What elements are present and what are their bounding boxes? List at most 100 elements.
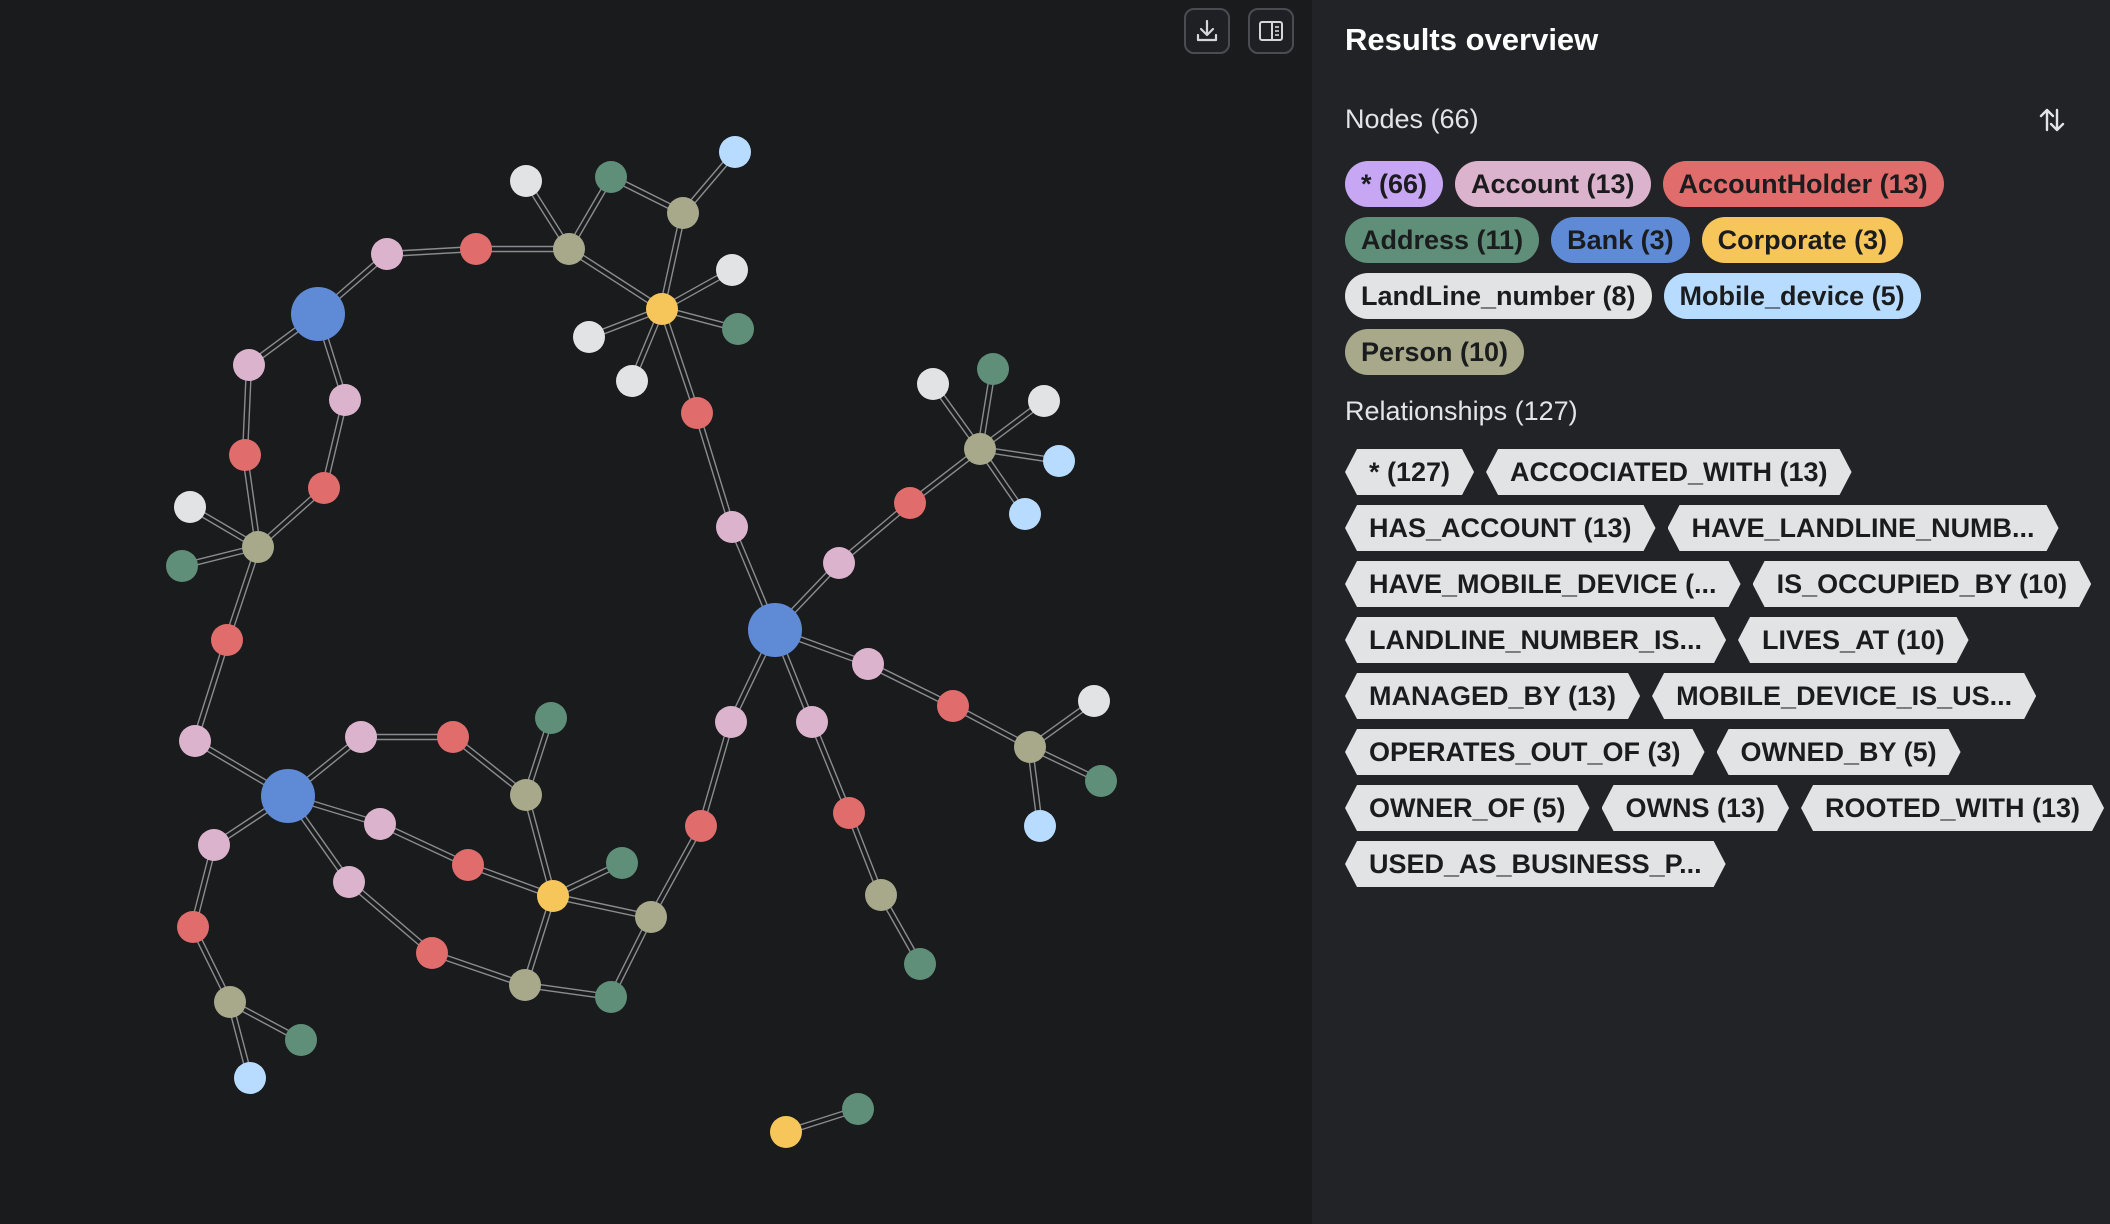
graph-node-account[interactable] xyxy=(823,547,855,579)
node-label-chip[interactable]: Mobile_device (5) xyxy=(1663,273,1921,319)
graph-relationship-edge[interactable] xyxy=(658,309,696,415)
node-label-chip[interactable]: LandLine_number (8) xyxy=(1345,273,1652,319)
relationship-type-chip[interactable]: * (127) xyxy=(1345,449,1474,495)
graph-node-account-holder[interactable] xyxy=(229,439,261,471)
graph-node-account-holder[interactable] xyxy=(681,397,713,429)
relationship-type-chip[interactable]: LIVES_AT (10) xyxy=(1738,617,1969,663)
graph-node-person[interactable] xyxy=(865,879,897,911)
graph-node-mobile[interactable] xyxy=(1009,498,1041,530)
node-label-chip[interactable]: Person (10) xyxy=(1345,329,1525,375)
graph-node-account[interactable] xyxy=(198,829,230,861)
graph-relationship-edge[interactable] xyxy=(569,246,664,308)
graph-node-mobile[interactable] xyxy=(1024,810,1056,842)
graph-relationship-edge[interactable] xyxy=(698,412,736,527)
relationship-type-chip[interactable]: IS_OCCUPIED_BY (10) xyxy=(1753,561,2092,607)
sort-button[interactable] xyxy=(2032,100,2072,140)
graph-relationship-edge[interactable] xyxy=(191,639,226,741)
graph-node-account-holder[interactable] xyxy=(833,797,865,829)
graph-node-person[interactable] xyxy=(509,969,541,1001)
relationship-type-chip[interactable]: OPERATES_OUT_OF (3) xyxy=(1345,729,1705,775)
graph-node-landline[interactable] xyxy=(1028,385,1060,417)
graph-node-person[interactable] xyxy=(635,901,667,933)
graph-node-account[interactable] xyxy=(796,706,828,738)
graph-node-account[interactable] xyxy=(716,511,748,543)
graph-node-person[interactable] xyxy=(553,233,585,265)
graph-node-account-holder[interactable] xyxy=(685,810,717,842)
graph-node-person[interactable] xyxy=(510,779,542,811)
relationship-type-chip[interactable]: OWNS (13) xyxy=(1602,785,1790,831)
graph-node-landline[interactable] xyxy=(616,365,648,397)
graph-node-landline[interactable] xyxy=(1078,685,1110,717)
graph-relationship-edge[interactable] xyxy=(346,883,431,956)
graph-node-account-holder[interactable] xyxy=(452,849,484,881)
node-label-chip[interactable]: Account (13) xyxy=(1455,161,1651,207)
graph-node-landline[interactable] xyxy=(917,368,949,400)
graph-node-bank[interactable] xyxy=(261,769,315,823)
graph-node-account[interactable] xyxy=(364,808,396,840)
graph-node-address[interactable] xyxy=(842,1093,874,1125)
relationship-type-chip[interactable]: HAVE_LANDLINE_NUMB... xyxy=(1668,505,2059,551)
graph-node-account-holder[interactable] xyxy=(460,233,492,265)
graph-canvas[interactable] xyxy=(0,0,1312,1224)
relationship-type-chip[interactable]: HAS_ACCOUNT (13) xyxy=(1345,505,1656,551)
relationship-type-chip[interactable]: HAVE_MOBILE_DEVICE (... xyxy=(1345,561,1741,607)
graph-node-person[interactable] xyxy=(964,433,996,465)
graph-node-account[interactable] xyxy=(345,721,377,753)
node-label-chip[interactable]: Address (11) xyxy=(1345,217,1540,263)
node-label-chip[interactable]: Bank (3) xyxy=(1551,217,1690,263)
graph-node-mobile[interactable] xyxy=(234,1062,266,1094)
graph-node-address[interactable] xyxy=(1085,765,1117,797)
graph-node-landline[interactable] xyxy=(573,321,605,353)
relationship-type-chip[interactable]: USED_AS_BUSINESS_P... xyxy=(1345,841,1726,887)
graph-relationship-edge[interactable] xyxy=(702,722,735,827)
graph-relationship-edge[interactable] xyxy=(350,879,435,952)
graph-node-person[interactable] xyxy=(1014,731,1046,763)
graph-node-address[interactable] xyxy=(904,948,936,980)
graph-node-corporate[interactable] xyxy=(537,880,569,912)
relationship-type-chip[interactable]: LANDLINE_NUMBER_IS... xyxy=(1345,617,1726,663)
toggle-panel-button[interactable] xyxy=(1248,8,1294,54)
graph-node-person[interactable] xyxy=(667,197,699,229)
graph-node-address[interactable] xyxy=(166,550,198,582)
graph-node-address[interactable] xyxy=(535,702,567,734)
graph-node-person[interactable] xyxy=(214,986,246,1018)
graph-node-bank[interactable] xyxy=(291,287,345,341)
graph-relationship-edge[interactable] xyxy=(697,721,730,826)
graph-node-mobile[interactable] xyxy=(719,136,751,168)
relationship-type-chip[interactable]: MOBILE_DEVICE_IS_US... xyxy=(1652,673,2036,719)
graph-node-account-holder[interactable] xyxy=(177,911,209,943)
graph-node-corporate[interactable] xyxy=(770,1116,802,1148)
graph-node-account[interactable] xyxy=(233,349,265,381)
graph-node-address[interactable] xyxy=(595,161,627,193)
relationship-type-chip[interactable]: ROOTED_WITH (13) xyxy=(1801,785,2104,831)
graph-node-account-holder[interactable] xyxy=(437,721,469,753)
graph-visualization[interactable] xyxy=(0,0,1312,1224)
relationship-type-chip[interactable]: ACCOCIATED_WITH (13) xyxy=(1486,449,1852,495)
node-label-chip[interactable]: AccountHolder (13) xyxy=(1662,161,1944,207)
graph-node-corporate[interactable] xyxy=(646,293,678,325)
graph-node-account-holder[interactable] xyxy=(211,624,243,656)
graph-node-account[interactable] xyxy=(329,384,361,416)
graph-node-person[interactable] xyxy=(242,531,274,563)
relationship-type-chip[interactable]: OWNED_BY (5) xyxy=(1717,729,1961,775)
graph-relationship-edge[interactable] xyxy=(693,413,731,528)
graph-node-account[interactable] xyxy=(179,725,211,757)
graph-node-address[interactable] xyxy=(595,981,627,1013)
graph-node-account[interactable] xyxy=(715,706,747,738)
download-button[interactable] xyxy=(1184,8,1230,54)
node-label-chip[interactable]: Corporate (3) xyxy=(1701,217,1904,263)
graph-node-account[interactable] xyxy=(371,238,403,270)
node-label-chip[interactable]: * (66) xyxy=(1345,161,1444,207)
graph-node-address[interactable] xyxy=(285,1024,317,1056)
graph-relationship-edge[interactable] xyxy=(567,250,662,312)
graph-node-mobile[interactable] xyxy=(1043,445,1075,477)
graph-node-landline[interactable] xyxy=(510,165,542,197)
graph-node-address[interactable] xyxy=(606,847,638,879)
graph-node-address[interactable] xyxy=(977,353,1009,385)
graph-node-account-holder[interactable] xyxy=(937,690,969,722)
graph-node-address[interactable] xyxy=(722,313,754,345)
graph-node-landline[interactable] xyxy=(174,491,206,523)
graph-node-bank[interactable] xyxy=(748,603,802,657)
graph-node-landline[interactable] xyxy=(716,254,748,286)
graph-node-account-holder[interactable] xyxy=(894,487,926,519)
